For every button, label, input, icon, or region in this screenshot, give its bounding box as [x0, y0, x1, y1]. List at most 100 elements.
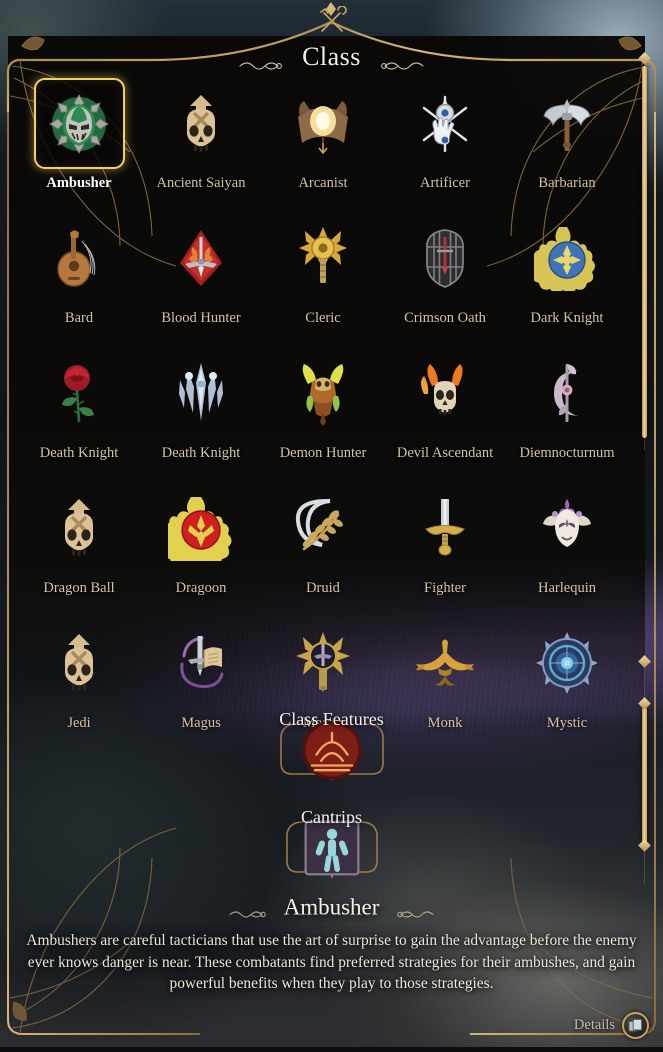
class-option-label: Dragoon: [175, 579, 227, 596]
jester-mask-icon: [534, 495, 600, 561]
skull-arrow-helm-icon: [46, 630, 112, 696]
scrollbar-diamond-top[interactable]: [638, 655, 651, 668]
class-option-label: Mystic: [546, 714, 588, 731]
class-option-ancient-saiyan[interactable]: Ancient Saiyan: [140, 78, 262, 192]
stacked-panels-icon[interactable]: [622, 1012, 649, 1039]
class-tile[interactable]: [34, 483, 125, 574]
class-option-fighter[interactable]: Fighter: [384, 483, 506, 597]
class-tile[interactable]: [522, 78, 613, 169]
class-option-dark-knight[interactable]: Dark Knight: [506, 213, 628, 327]
class-tile[interactable]: [156, 348, 247, 439]
class-option-mystic[interactable]: Mystic: [506, 618, 628, 732]
class-option-label: Demon Hunter: [279, 444, 367, 461]
class-option-label: Ancient Saiyan: [156, 175, 246, 191]
crescent-leafy-branch-icon: [290, 495, 356, 561]
class-option-diemnocturnum[interactable]: Diemnocturnum: [506, 348, 628, 462]
class-option-dragoon[interactable]: Dragoon: [140, 483, 262, 597]
flaming-horned-skull-icon: [412, 360, 478, 426]
class-option-label: Dragon Ball: [43, 579, 115, 596]
class-tile[interactable]: [278, 78, 369, 169]
red-hood-dagger-icon: [168, 225, 234, 291]
class-option-blood-hunter[interactable]: Blood Hunter: [140, 213, 262, 327]
class-option-devil-ascendant[interactable]: Devil Ascendant: [384, 348, 506, 462]
class-tile[interactable]: [522, 483, 613, 574]
class-tile[interactable]: [278, 348, 369, 439]
class-option-jedi[interactable]: Jedi: [18, 618, 140, 732]
class-tile[interactable]: [34, 348, 125, 439]
class-tile[interactable]: [400, 78, 491, 169]
class-option-label: Artificer: [420, 175, 470, 191]
class-tile[interactable]: [34, 213, 125, 304]
class-option-artificer[interactable]: Artificer: [384, 78, 506, 192]
scroll-flourish-icon-left: [237, 50, 283, 70]
class-option-bard[interactable]: Bard: [18, 213, 140, 327]
class-tile[interactable]: [278, 618, 369, 709]
class-option-death-knight[interactable]: Death Knight: [140, 348, 262, 462]
class-option-crimson-oath[interactable]: Crimson Oath: [384, 213, 506, 327]
page-title-label: Class: [302, 42, 361, 72]
class-tile[interactable]: [156, 483, 247, 574]
class-option-barbarian[interactable]: Barbarian: [506, 78, 628, 192]
scrollbar-thumb[interactable]: [642, 707, 647, 845]
gauntlet-compass-icon: [412, 91, 478, 157]
class-option-dragon-ball[interactable]: Dragon Ball: [18, 483, 140, 597]
details-button[interactable]: Details: [574, 1012, 649, 1039]
class-tile[interactable]: [156, 78, 247, 169]
caged-sword-shield-icon: [412, 225, 478, 291]
class-tile[interactable]: [278, 483, 369, 574]
class-grid[interactable]: Ambusher Ancient Saiyan Arcanist Artific…: [18, 78, 628, 732]
class-option-demon-hunter[interactable]: Demon Hunter: [262, 348, 384, 462]
cantrips-title: Cantrips: [301, 807, 362, 827]
details-pane-scrollbar[interactable]: [638, 655, 651, 885]
class-option-label: Bard: [64, 309, 94, 326]
red-round-feature-emblem-icon[interactable]: [302, 720, 361, 780]
class-option-label: Death Knight: [39, 444, 119, 461]
class-description-name: Ambusher: [283, 894, 380, 920]
class-tile[interactable]: [278, 213, 369, 304]
golden-open-hands-icon: [412, 630, 478, 696]
class-option-ambusher[interactable]: Ambusher: [18, 78, 140, 192]
scrollbar-diamond-handle[interactable]: [638, 697, 651, 710]
lute-icon: [46, 225, 112, 291]
class-tile[interactable]: [400, 618, 491, 709]
details-button-label: Details: [573, 1017, 615, 1033]
class-list-scrollbar[interactable]: [638, 52, 651, 450]
scrollbar-thumb[interactable]: [642, 66, 647, 438]
class-tile[interactable]: [522, 618, 613, 709]
class-option-cleric[interactable]: Cleric: [262, 213, 384, 327]
class-option-label: Barbarian: [538, 175, 596, 191]
class-option-label: Diemnocturnum: [519, 444, 615, 461]
class-tile[interactable]: [522, 348, 613, 439]
class-option-label: Magus: [181, 714, 221, 731]
class-option-label: Druid: [306, 579, 340, 596]
class-option-arcanist[interactable]: Arcanist: [262, 78, 384, 192]
class-option-druid[interactable]: Druid: [262, 483, 384, 597]
glowing-spellbook-icon: [290, 91, 356, 157]
class-option-death-knight[interactable]: Death Knight: [18, 348, 140, 462]
cyan-humanoid-figure-icon[interactable]: [304, 820, 359, 876]
class-tile[interactable]: [156, 213, 247, 304]
class-option-label: Ambusher: [46, 175, 112, 191]
class-option-harlequin[interactable]: Harlequin: [506, 483, 628, 597]
class-option-label: Jedi: [67, 714, 91, 731]
blue-flaming-crest-icon: [531, 225, 600, 294]
class-tile[interactable]: [400, 213, 491, 304]
cantrips-panel: Cantrips: [235, 808, 429, 879]
class-tile[interactable]: [400, 348, 491, 439]
class-tile[interactable]: [400, 483, 491, 574]
class-tile[interactable]: [34, 618, 125, 709]
class-option-label: Death Knight: [161, 444, 241, 461]
red-rose-icon: [46, 360, 112, 426]
scrollbar-diamond-bottom[interactable]: [638, 839, 651, 852]
class-tile[interactable]: [33, 78, 125, 169]
class-tile[interactable]: [522, 213, 613, 304]
class-tile[interactable]: [156, 618, 247, 709]
golden-sunburst-mace-icon: [290, 225, 356, 291]
skull-arrow-helm-icon: [46, 495, 112, 561]
scroll-flourish-icon-right: [380, 50, 426, 70]
class-option-label: Blood Hunter: [161, 309, 241, 326]
scroll-flourish-icon-left: [227, 901, 267, 918]
blue-arcane-orb-icon: [534, 630, 600, 696]
header: Class: [0, 0, 663, 80]
double-bladed-axe-icon: [534, 91, 600, 157]
